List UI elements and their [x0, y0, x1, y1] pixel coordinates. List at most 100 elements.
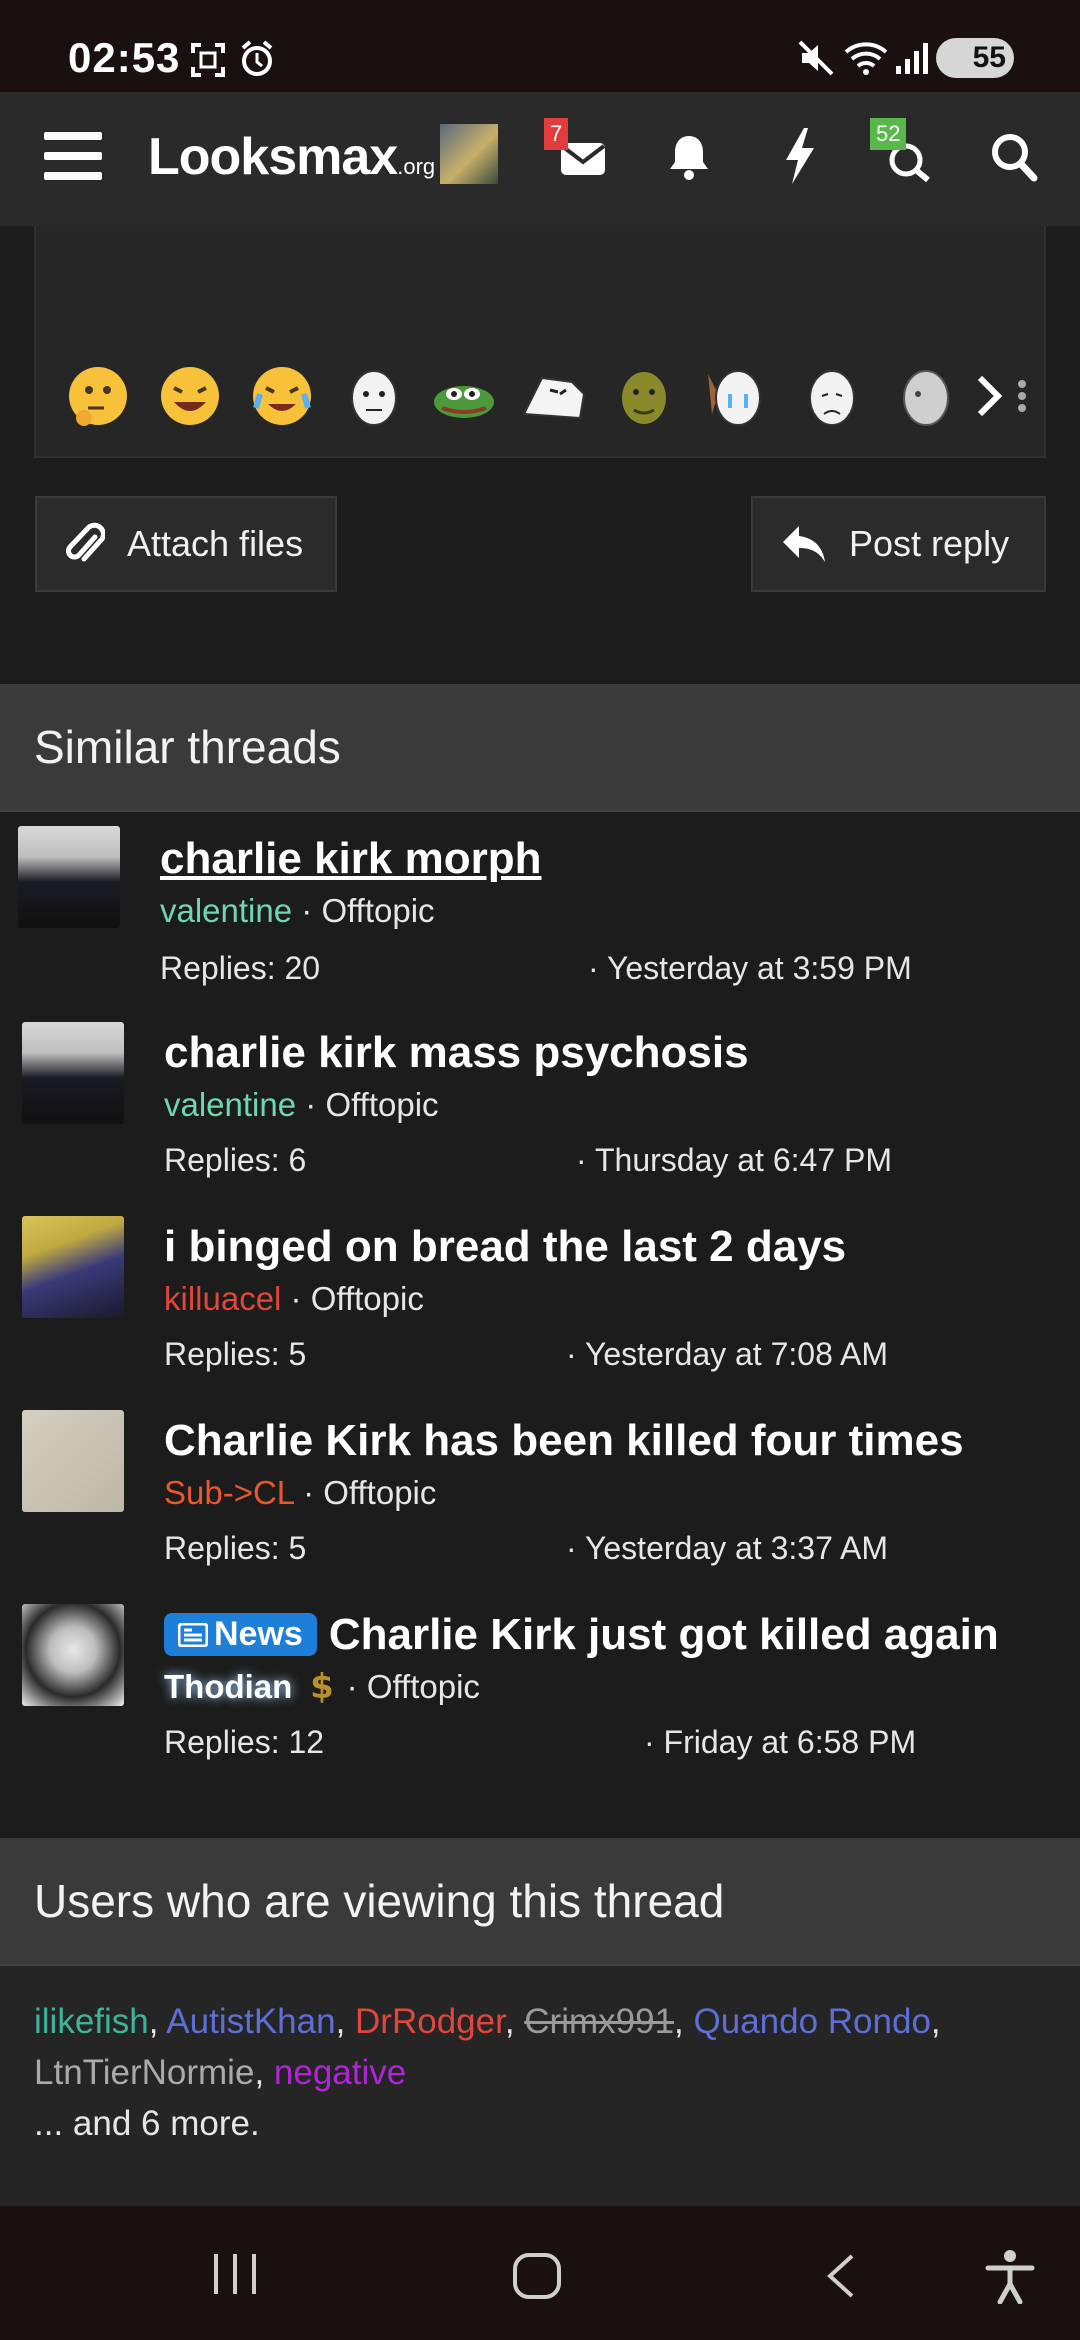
meta-separator: · [337, 1668, 367, 1705]
thread-forum[interactable]: Offtopic [367, 1668, 480, 1705]
thread-author-avatar[interactable] [22, 1022, 124, 1124]
meme-face-icon[interactable] [522, 364, 586, 428]
thread-title[interactable]: Charlie Kirk has been killed four times [164, 1416, 964, 1466]
thread-forum[interactable]: Offtopic [325, 1086, 438, 1123]
viewer-user[interactable]: AutistKhan [166, 2002, 335, 2041]
meta-separator: · [292, 892, 322, 929]
thread-replies: Replies: 5 [164, 1530, 307, 1566]
meta-separator: · [293, 1474, 324, 1511]
thinking-face-icon[interactable] [66, 364, 130, 428]
attach-files-button[interactable]: Attach files [35, 496, 337, 592]
crying-wojak-icon[interactable] [702, 364, 766, 428]
home-icon[interactable] [512, 2252, 562, 2300]
meta-separator: · [644, 1724, 664, 1760]
thread-author[interactable]: valentine [160, 892, 292, 929]
thread-item[interactable]: News Charlie Kirk just got killed again … [0, 1588, 1080, 1778]
recent-apps-icon[interactable] [210, 2252, 260, 2296]
menu-icon[interactable] [44, 130, 102, 182]
thread-item[interactable]: charlie kirk mass psychosis valentine · … [0, 1006, 1080, 1196]
thread-date-text: Yesterday at 3:59 PM [606, 950, 912, 986]
viewer-user[interactable]: DrRodger [355, 2002, 505, 2041]
thread-author-avatar[interactable] [18, 826, 120, 928]
thread-author[interactable]: Thodian [164, 1668, 292, 1705]
viewer-user[interactable]: Quando Rondo [694, 2002, 931, 2041]
thread-item[interactable]: i binged on bread the last 2 days killua… [0, 1200, 1080, 1390]
signal-icon [896, 43, 928, 74]
sad-wojak-icon[interactable] [800, 364, 864, 428]
viewer-user[interactable]: Crimx991 [524, 2002, 674, 2041]
list-comma: , [674, 2002, 694, 2041]
viewers-more[interactable]: ... and 6 more. [34, 2104, 260, 2143]
thread-title[interactable]: charlie kirk mass psychosis [164, 1028, 749, 1078]
thread-forum[interactable]: Offtopic [311, 1280, 424, 1317]
news-prefix-badge[interactable]: News [164, 1613, 317, 1656]
thread-author[interactable]: killuacel [164, 1280, 281, 1317]
thread-item[interactable]: Charlie Kirk has been killed four times … [0, 1394, 1080, 1584]
reply-arrow-icon [783, 526, 825, 562]
similar-threads-header: Similar threads [0, 684, 1080, 812]
viewers-header: Users who are viewing this thread [0, 1838, 1080, 1966]
status-bar: 02:53 55 [0, 0, 1080, 92]
list-comma: , [254, 2053, 274, 2092]
laughing-face-icon[interactable] [158, 364, 222, 428]
wojak-icon[interactable] [342, 364, 406, 428]
meta-separator: · [566, 1336, 585, 1372]
thread-replies: Replies: 5 [164, 1336, 307, 1372]
thread-date-text: Yesterday at 7:08 AM [584, 1336, 888, 1372]
status-time: 02:53 [68, 34, 181, 81]
accessibility-icon[interactable] [984, 2248, 1036, 2304]
newspaper-icon [177, 1622, 209, 1648]
thread-title[interactable]: News Charlie Kirk just got killed again [164, 1610, 999, 1660]
thread-author-avatar[interactable] [22, 1604, 124, 1706]
viewer-user[interactable]: LtnTierNormie [34, 2053, 254, 2092]
list-comma: , [335, 2002, 356, 2041]
post-reply-button[interactable]: Post reply [751, 496, 1046, 592]
thread-replies: Replies: 12 [164, 1724, 325, 1760]
wifi-icon [844, 42, 888, 75]
meta-separator: · [588, 950, 607, 986]
viewer-user[interactable]: negative [274, 2053, 406, 2092]
reply-editor[interactable] [34, 226, 1046, 458]
battery-level: 55 [972, 41, 1006, 74]
thread-item[interactable]: charlie kirk morph valentine · Offtopic … [0, 812, 1080, 1002]
thread-date: · Thursday at 6:47 PM [576, 1142, 892, 1179]
thread-date: · Yesterday at 7:08 AM [566, 1336, 888, 1373]
thread-author[interactable]: valentine [164, 1086, 296, 1123]
meta-separator: · [566, 1530, 585, 1566]
thread-date-text: Thursday at 6:47 PM [594, 1142, 892, 1178]
thread-title[interactable]: charlie kirk morph [160, 834, 541, 884]
thread-author[interactable]: Sub->CL [164, 1474, 294, 1511]
viewer-user[interactable]: ilikefish [34, 2002, 149, 2041]
post-reply-label: Post reply [849, 523, 1010, 564]
attach-files-label: Attach files [127, 523, 304, 564]
inbox-button[interactable]: 7 [544, 118, 622, 190]
thread-title[interactable]: i binged on bread the last 2 days [164, 1222, 846, 1272]
bell-icon[interactable] [668, 132, 710, 182]
thread-date-text: Friday at 6:58 PM [663, 1724, 917, 1760]
thread-author-avatar[interactable] [22, 1216, 124, 1318]
user-avatar[interactable] [440, 124, 498, 184]
top-navbar: Looksmax.org 7 52 [0, 92, 1080, 226]
shrek-icon[interactable] [612, 364, 676, 428]
pepe-icon[interactable] [432, 364, 496, 428]
chevron-right-icon[interactable] [970, 364, 1010, 428]
similar-threads-title: Similar threads [34, 721, 341, 773]
thread-replies: Replies: 20 [160, 950, 321, 986]
meta-separator: · [281, 1280, 311, 1317]
thread-date: · Friday at 6:58 PM [644, 1724, 916, 1761]
back-icon[interactable] [820, 2252, 860, 2300]
thread-title-text: Charlie Kirk just got killed again [328, 1610, 999, 1659]
viewers-title: Users who are viewing this thread [34, 1875, 725, 1927]
search-icon[interactable] [990, 132, 1038, 182]
grey-wojak-icon[interactable] [890, 364, 954, 428]
more-vertical-icon[interactable] [1012, 364, 1032, 428]
screenshot-icon [191, 43, 225, 77]
thread-forum[interactable]: Offtopic [321, 892, 434, 929]
lightning-icon[interactable] [784, 128, 816, 184]
site-logo[interactable]: Looksmax.org [148, 127, 435, 187]
list-comma: , [930, 2002, 941, 2041]
whats-new-button[interactable]: 52 [870, 118, 942, 190]
thread-author-avatar[interactable] [22, 1410, 124, 1512]
thread-forum[interactable]: Offtopic [323, 1474, 436, 1511]
crying-face-icon[interactable] [250, 364, 314, 428]
